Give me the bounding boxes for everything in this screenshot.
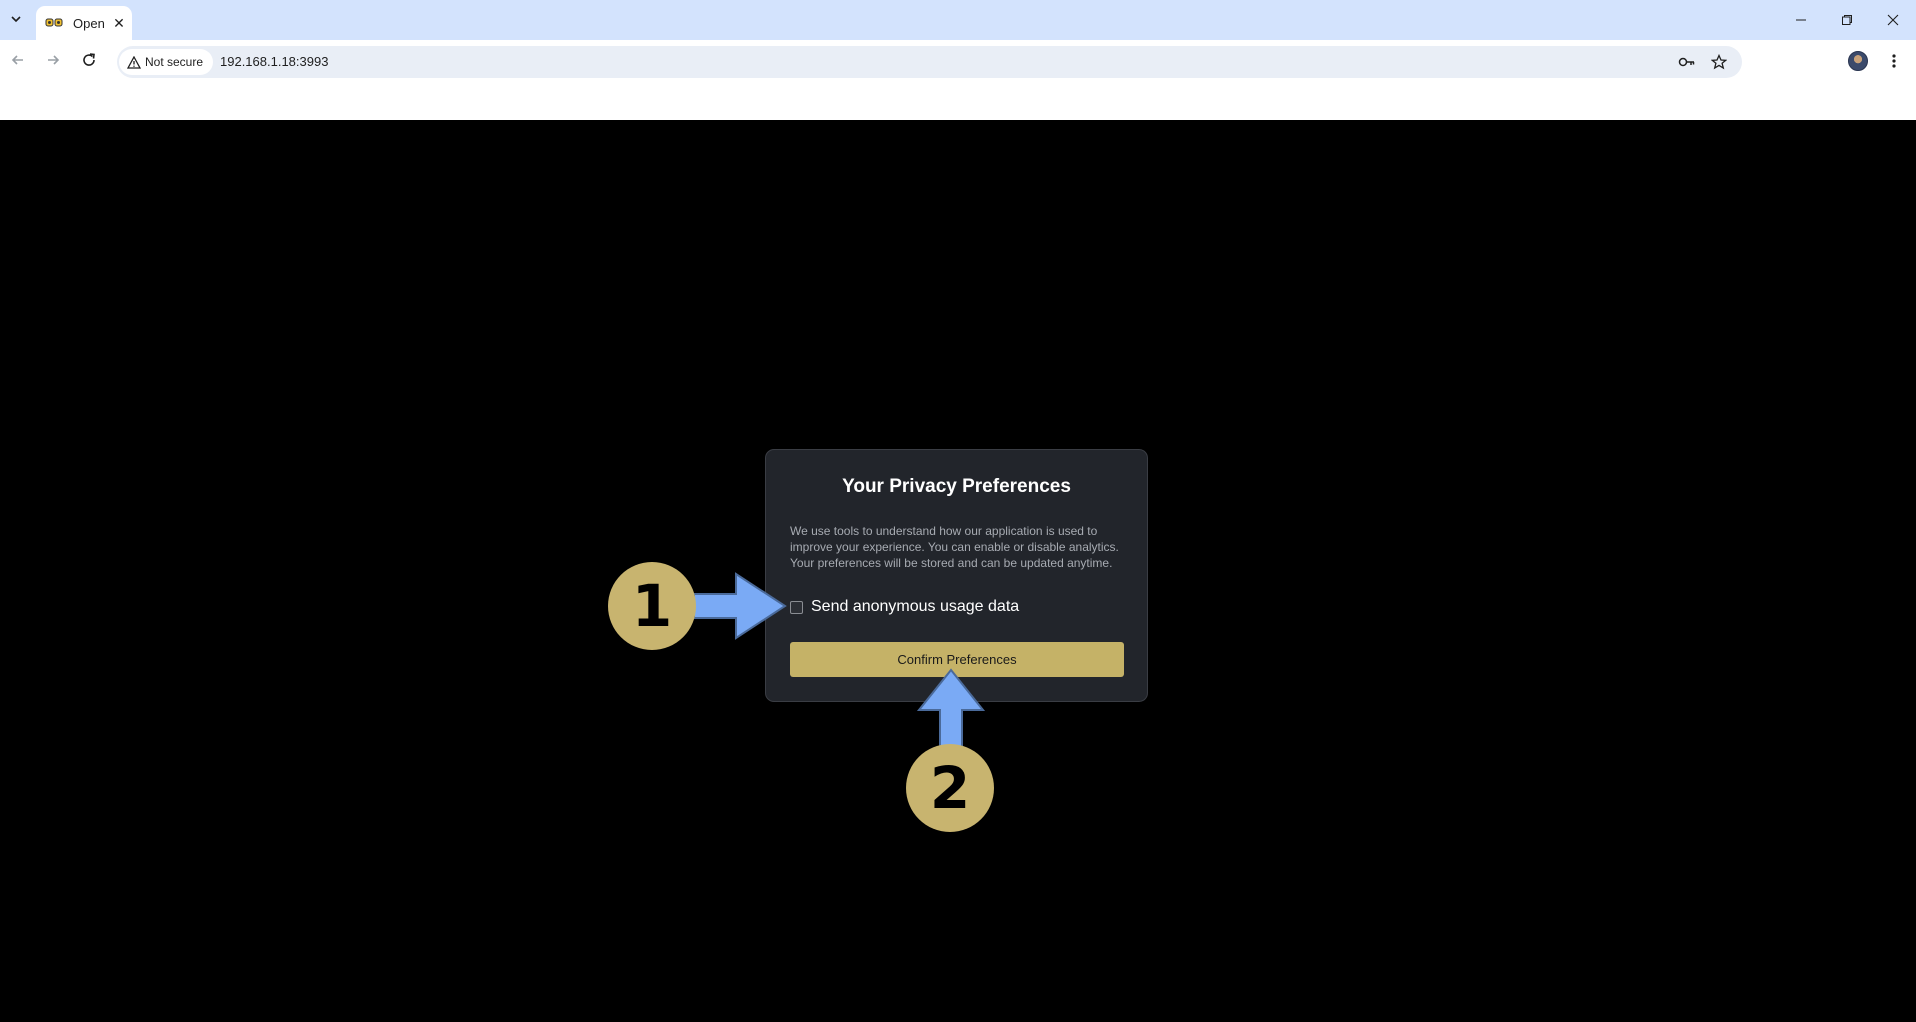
profile-avatar[interactable]: [1848, 51, 1868, 71]
url-text[interactable]: 192.168.1.18:3993: [220, 54, 328, 69]
tab-close-icon[interactable]: ✕: [111, 15, 127, 32]
step-1-badge: 1: [608, 562, 696, 650]
tab-strip: OpenI ✕: [0, 0, 1916, 40]
window-close-icon[interactable]: [1870, 0, 1916, 40]
usage-data-checkbox[interactable]: [790, 600, 803, 614]
password-key-icon[interactable]: [1677, 52, 1697, 72]
tab-title: OpenI: [73, 15, 105, 31]
minimize-icon[interactable]: [1778, 0, 1824, 40]
annotation-arrow-right-icon: [693, 572, 787, 640]
security-chip[interactable]: Not secure: [119, 49, 214, 75]
openinterpreter-favicon-icon: [45, 16, 63, 30]
usage-data-option[interactable]: Send anonymous usage data: [790, 598, 1019, 616]
address-bar[interactable]: Not secure 192.168.1.18:3993: [117, 46, 1742, 78]
tab-search-chevron-icon[interactable]: [6, 8, 26, 30]
annotation-arrow-up-icon: [916, 668, 986, 751]
dialog-title: Your Privacy Preferences: [842, 476, 1071, 497]
page-top-band: [0, 80, 1916, 120]
privacy-preferences-dialog: Your Privacy Preferences We use tools to…: [765, 449, 1148, 702]
menu-kebab-icon[interactable]: [1884, 50, 1904, 72]
security-label: Not secure: [145, 55, 204, 69]
warning-icon: [127, 55, 141, 69]
browser-tab[interactable]: OpenI ✕: [36, 6, 132, 40]
dialog-description: We use tools to understand how our appli…: [790, 524, 1119, 570]
restore-icon[interactable]: [1824, 0, 1870, 40]
reload-icon[interactable]: [75, 46, 103, 74]
forward-arrow-icon[interactable]: [39, 46, 67, 74]
usage-data-label[interactable]: Send anonymous usage data: [811, 598, 1019, 616]
step-2-badge: 2: [906, 744, 994, 832]
back-arrow-icon[interactable]: [4, 46, 32, 74]
bookmark-star-icon[interactable]: [1709, 52, 1729, 72]
